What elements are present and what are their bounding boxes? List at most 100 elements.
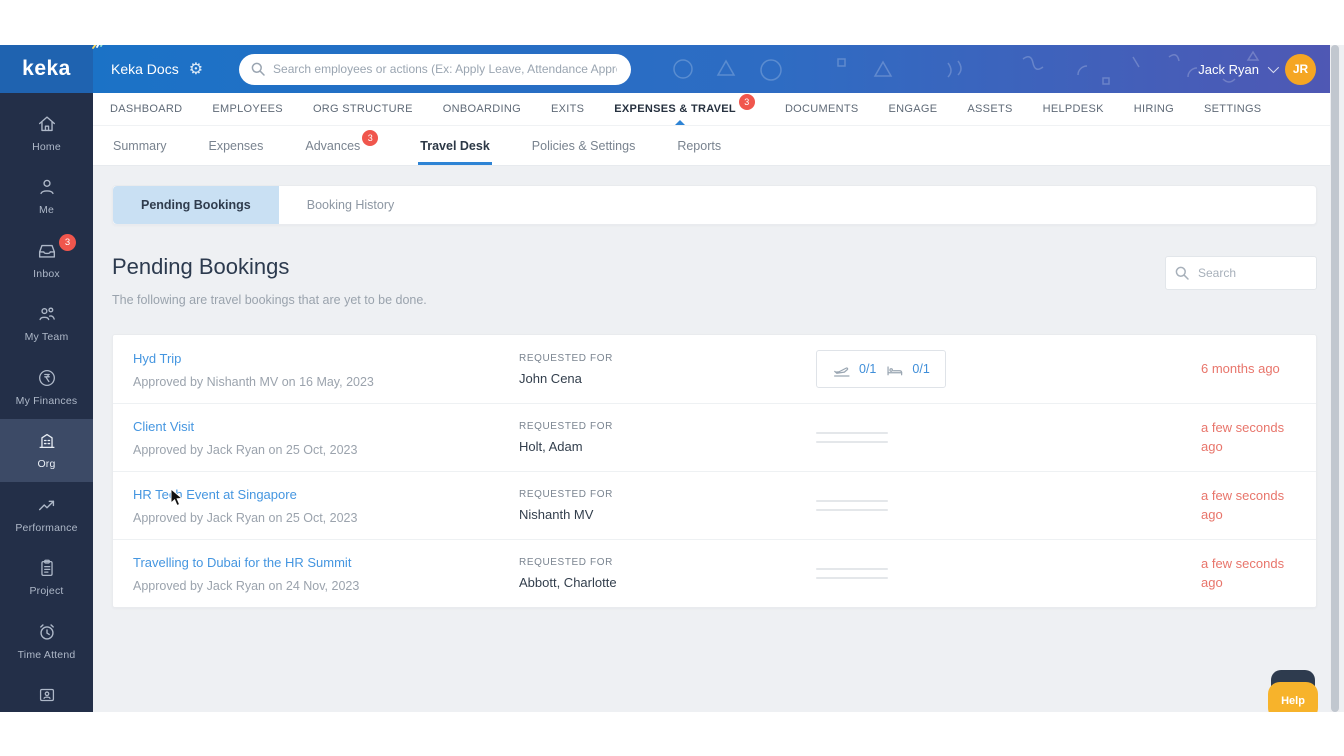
sidebar-item-project[interactable]: Project xyxy=(0,546,93,610)
booking-time-ago: a few seconds ago xyxy=(1201,419,1296,457)
booking-approval: Approved by Nishanth MV on 16 May, 2023 xyxy=(133,375,519,389)
nav-item-dashboard[interactable]: DASHBOARD xyxy=(110,93,182,125)
subnav-item-travel-desk[interactable]: Travel Desk xyxy=(420,126,490,165)
sidebar-badge: 3 xyxy=(59,234,76,251)
sidebar-item-home[interactable]: Home xyxy=(0,101,93,165)
global-search-input[interactable] xyxy=(239,54,631,85)
keka-logo[interactable]: keka xyxy=(0,45,93,93)
project-icon xyxy=(36,557,58,579)
booking-time-ago: a few seconds ago xyxy=(1201,555,1296,593)
hotel-count: 0/1 xyxy=(885,360,929,378)
sidebar-item-inbox[interactable]: 3 Inbox xyxy=(0,228,93,292)
flight-count-value: 0/1 xyxy=(859,362,876,376)
nav-item-documents[interactable]: DOCUMENTS xyxy=(785,93,859,125)
flight-count: 0/1 xyxy=(832,360,876,378)
nav-item-label: EXITS xyxy=(551,103,584,115)
sidebar-nav: Home Me 3 Inbox My Team xyxy=(0,93,93,712)
subnav-item-label: Summary xyxy=(113,139,166,153)
requested-for-name: Abbott, Charlotte xyxy=(519,575,816,590)
subnav-item-advances[interactable]: Advances 3 xyxy=(305,126,378,165)
loading-skeleton xyxy=(816,500,888,511)
booking-approval: Approved by Jack Ryan on 25 Oct, 2023 xyxy=(133,511,519,525)
user-name: Jack Ryan xyxy=(1198,62,1259,77)
requested-for-label: REQUESTED FOR xyxy=(519,353,816,364)
sidebar-item-my-finances[interactable]: My Finances xyxy=(0,355,93,419)
gear-icon[interactable]: ⚙ xyxy=(189,59,203,79)
booking-row: Travelling to Dubai for the HR Summit Ap… xyxy=(113,539,1316,607)
search-icon xyxy=(250,61,266,77)
nav-item-label: EXPENSES & TRAVEL xyxy=(614,103,736,115)
scrollbar-thumb[interactable] xyxy=(1331,45,1339,712)
nav-item-label: EMPLOYEES xyxy=(212,103,283,115)
booking-title-link[interactable]: Hyd Trip xyxy=(133,351,181,366)
booking-row: HR Tech Event at Singapore Approved by J… xyxy=(113,471,1316,539)
nav-item-hiring[interactable]: HIRING xyxy=(1134,93,1174,125)
hotel-count-value: 0/1 xyxy=(912,362,929,376)
booking-title-link[interactable]: HR Tech Event at Singapore xyxy=(133,487,297,502)
nav-item-onboarding[interactable]: ONBOARDING xyxy=(443,93,521,125)
nav-item-label: ORG STRUCTURE xyxy=(313,103,413,115)
inbox-icon xyxy=(36,240,58,262)
sidebar-item-performance[interactable]: Performance xyxy=(0,482,93,546)
nav-item-helpdesk[interactable]: HELPDESK xyxy=(1043,93,1104,125)
tab-booking-history[interactable]: Booking History xyxy=(279,186,423,224)
booking-title-link[interactable]: Travelling to Dubai for the HR Summit xyxy=(133,555,351,570)
booking-row: Hyd Trip Approved by Nishanth MV on 16 M… xyxy=(113,335,1316,403)
requested-for-name: Holt, Adam xyxy=(519,439,816,454)
top-header: Keka Docs ⚙ Jack Ryan JR xyxy=(93,45,1330,93)
scrollbar-track xyxy=(1330,45,1340,712)
booking-approval: Approved by Jack Ryan on 24 Nov, 2023 xyxy=(133,579,519,593)
home-icon xyxy=(36,113,58,135)
team-icon xyxy=(36,303,58,325)
requested-for-label: REQUESTED FOR xyxy=(519,489,816,500)
nav-item-employees[interactable]: EMPLOYEES xyxy=(212,93,283,125)
chevron-down-icon xyxy=(1268,62,1279,73)
sidebar: keka Home Me xyxy=(0,45,93,712)
nav-item-expenses-travel[interactable]: EXPENSES & TRAVEL 3 xyxy=(614,93,755,125)
subnav-item-label: Reports xyxy=(677,139,721,153)
subnav-item-summary[interactable]: Summary xyxy=(113,126,166,165)
keka-logo-spark-icon xyxy=(91,45,105,50)
subnav-item-reports[interactable]: Reports xyxy=(677,126,721,165)
nav-item-engage[interactable]: ENGAGE xyxy=(889,93,938,125)
search-icon xyxy=(1174,265,1190,281)
sidebar-item-label: My Team xyxy=(25,331,69,343)
nav-item-settings[interactable]: SETTINGS xyxy=(1204,93,1261,125)
nav-item-label: ONBOARDING xyxy=(443,103,521,115)
sidebar-item-label: Home xyxy=(32,141,61,153)
avatar: JR xyxy=(1285,54,1316,85)
subnav-badge: 3 xyxy=(362,130,378,146)
sub-nav: Summary Expenses Advances 3 Travel Desk … xyxy=(93,126,1330,166)
sidebar-item-me[interactable]: Me xyxy=(0,165,93,229)
help-button[interactable]: Help xyxy=(1268,682,1318,712)
nav-item-label: DOCUMENTS xyxy=(785,103,859,115)
booking-counts[interactable]: 0/1 0/1 xyxy=(816,350,946,388)
nav-item-assets[interactable]: ASSETS xyxy=(967,93,1012,125)
subnav-item-label: Travel Desk xyxy=(420,139,490,153)
requested-for-label: REQUESTED FOR xyxy=(519,421,816,432)
bookings-list: Hyd Trip Approved by Nishanth MV on 16 M… xyxy=(112,334,1317,608)
sidebar-item-label: Project xyxy=(29,585,63,597)
main-nav: DASHBOARD EMPLOYEES ORG STRUCTURE ONBOAR… xyxy=(93,93,1330,126)
nav-item-exits[interactable]: EXITS xyxy=(551,93,584,125)
tab-pending-bookings[interactable]: Pending Bookings xyxy=(113,186,279,224)
subnav-item-policies-settings[interactable]: Policies & Settings xyxy=(532,126,636,165)
global-search xyxy=(239,54,631,85)
sidebar-item-label: Me xyxy=(39,204,54,216)
booking-time-ago: 6 months ago xyxy=(1201,360,1296,379)
flight-icon xyxy=(832,360,852,378)
bookings-search xyxy=(1165,256,1317,290)
nav-item-org-structure[interactable]: ORG STRUCTURE xyxy=(313,93,413,125)
subnav-item-label: Advances xyxy=(305,139,360,153)
user-menu[interactable]: Jack Ryan JR xyxy=(1198,45,1316,93)
sidebar-item-org[interactable]: Org xyxy=(0,419,93,483)
section-header: Pending Bookings The following are trave… xyxy=(112,254,1317,307)
booking-title-link[interactable]: Client Visit xyxy=(133,419,194,434)
subnav-item-label: Expenses xyxy=(208,139,263,153)
subnav-item-expenses[interactable]: Expenses xyxy=(208,126,263,165)
sidebar-item-payroll[interactable]: Payroll xyxy=(0,673,93,713)
nav-badge: 3 xyxy=(739,94,755,110)
tab-label: Booking History xyxy=(307,198,395,212)
sidebar-item-my-team[interactable]: My Team xyxy=(0,292,93,356)
sidebar-item-time-attend[interactable]: Time Attend xyxy=(0,609,93,673)
